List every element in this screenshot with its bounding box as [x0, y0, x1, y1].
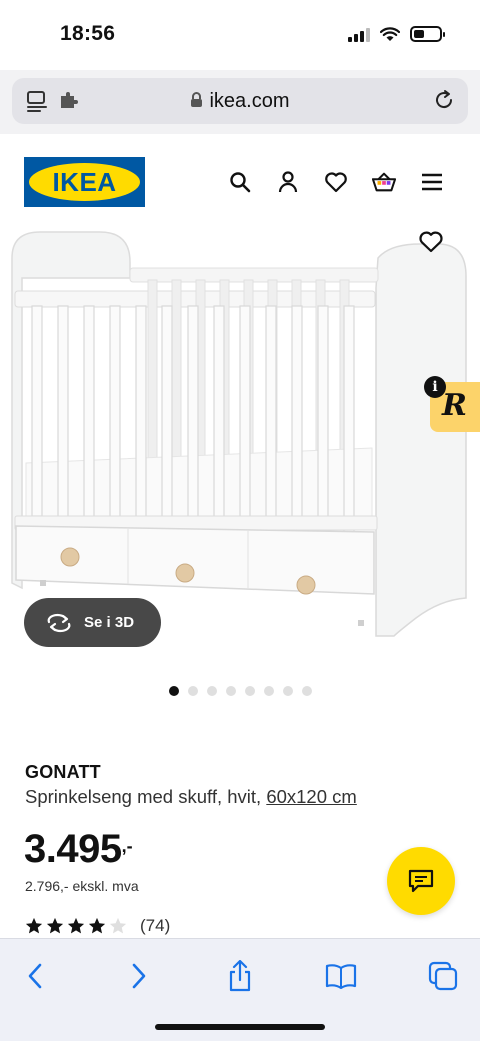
product-description: Sprinkelseng med skuff, hvit, 60x120 cm	[25, 786, 357, 808]
ikea-logo[interactable]: IKEA	[24, 157, 145, 207]
search-icon[interactable]	[228, 170, 252, 194]
star-filled-icon	[67, 917, 85, 934]
star-filled-icon	[88, 917, 106, 934]
tabs-icon	[428, 961, 458, 991]
extension-logo-icon: R	[442, 388, 467, 423]
carousel-dot[interactable]	[282, 686, 293, 696]
product-price: 3.495 ,-	[24, 826, 133, 872]
tabs-button[interactable]	[426, 959, 460, 993]
carousel-dot[interactable]	[225, 686, 236, 696]
price-main: 3.495	[24, 827, 122, 871]
bookmarks-button[interactable]	[324, 959, 358, 993]
size-link[interactable]: 60x120 cm	[266, 786, 357, 807]
status-icons	[348, 26, 445, 42]
wifi-icon	[380, 26, 400, 41]
reload-icon[interactable]	[432, 88, 456, 112]
rotate-3d-icon	[47, 613, 71, 632]
url-text-wrap[interactable]: ikea.com	[12, 90, 468, 113]
product-description-text: Sprinkelseng med skuff, hvit,	[25, 786, 267, 807]
heart-icon	[419, 231, 443, 253]
share-icon	[229, 960, 251, 992]
product-rating[interactable]: (74)	[25, 916, 170, 936]
carousel-dot[interactable]	[187, 686, 198, 696]
heart-icon[interactable]	[324, 170, 348, 194]
browser-address-area: ikea.com	[0, 70, 480, 134]
carousel-dot[interactable]	[301, 686, 312, 696]
forward-button[interactable]	[122, 959, 156, 993]
lock-icon	[191, 92, 203, 107]
status-bar: 18:56	[0, 0, 480, 70]
carousel-dots	[0, 686, 480, 696]
chat-icon	[408, 869, 434, 893]
share-button[interactable]	[223, 959, 257, 993]
review-count: (74)	[140, 916, 171, 935]
site-header: IKEA	[0, 134, 480, 228]
crib-image	[11, 231, 467, 637]
favourite-button[interactable]	[418, 230, 444, 256]
view-in-3d-button[interactable]: Se i 3D	[24, 598, 161, 647]
product-name: GONATT	[25, 762, 101, 782]
cellular-signal-icon	[348, 26, 370, 42]
logo-text: IKEA	[52, 166, 117, 197]
product-image-gallery[interactable]: i R Se i 3D	[0, 228, 480, 658]
extension-badge[interactable]: i R	[424, 376, 480, 432]
header-icons	[228, 170, 444, 194]
price-ex-vat: 2.796,- ekskl. mva	[25, 878, 139, 894]
chat-button[interactable]	[387, 847, 455, 915]
carousel-dot[interactable]	[206, 686, 217, 696]
url-text: ikea.com	[209, 90, 290, 112]
address-bar[interactable]: ikea.com	[12, 78, 468, 124]
star-filled-icon	[25, 917, 43, 934]
status-time: 18:56	[60, 22, 116, 45]
price-suffix: ,-	[121, 836, 133, 856]
star-empty-icon	[109, 917, 127, 934]
book-icon	[325, 964, 357, 989]
carousel-dot[interactable]	[244, 686, 255, 696]
battery-icon	[410, 26, 445, 42]
view-in-3d-label: Se i 3D	[84, 614, 135, 631]
home-indicator[interactable]	[155, 1024, 325, 1030]
chevron-left-icon	[28, 963, 42, 989]
user-icon[interactable]	[276, 170, 300, 194]
carousel-dot[interactable]	[263, 686, 274, 696]
chevron-right-icon	[132, 963, 146, 989]
basket-icon[interactable]	[372, 170, 396, 194]
carousel-dot[interactable]	[168, 686, 179, 696]
back-button[interactable]	[18, 959, 52, 993]
star-filled-icon	[46, 917, 64, 934]
menu-icon[interactable]	[420, 170, 444, 194]
